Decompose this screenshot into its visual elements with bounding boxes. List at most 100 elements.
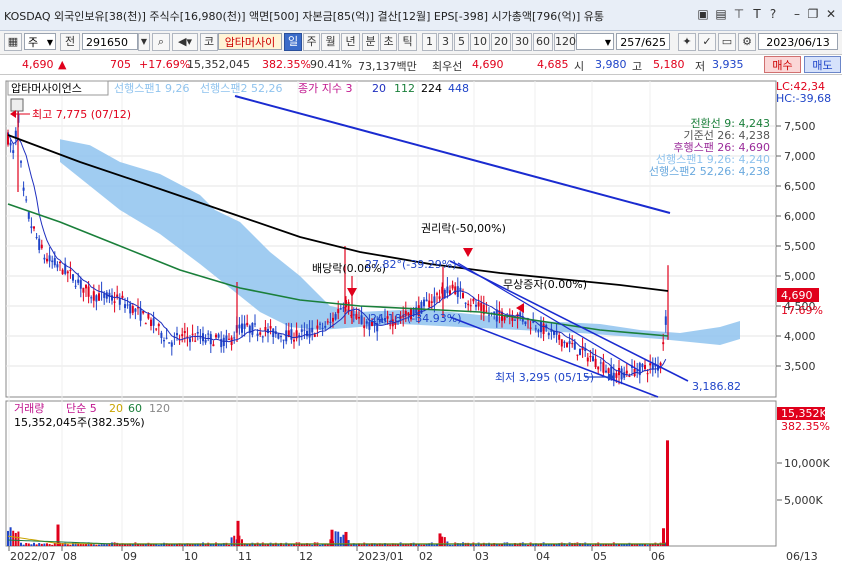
stock-name-field[interactable]: 압타머사이 <box>218 33 282 50</box>
candle-body <box>56 264 59 268</box>
candle-body <box>326 321 329 323</box>
buy-button[interactable]: 매수 <box>764 56 801 73</box>
interval-120[interactable]: 120 <box>554 33 576 51</box>
chart-grid-icon[interactable] <box>10 98 24 112</box>
chevron-down-icon[interactable]: ▼ <box>138 33 150 51</box>
display-icon[interactable]: ▭ <box>718 33 736 51</box>
interval-custom-input[interactable]: ▼ <box>576 33 614 50</box>
candle-body <box>651 363 654 370</box>
bookmark-icon[interactable]: ▤ <box>714 7 728 21</box>
date-axis-label: 03 <box>475 550 489 563</box>
period-day[interactable]: 일 <box>284 33 302 51</box>
candle-body <box>306 330 308 337</box>
volume-bar <box>625 544 628 546</box>
candle-body <box>186 336 189 338</box>
candle-body <box>337 309 340 314</box>
text-t-icon[interactable]: T <box>750 7 764 21</box>
sell-button[interactable]: 매도 <box>804 56 841 73</box>
interval-5[interactable]: 5 <box>454 33 469 51</box>
candle-body <box>183 331 186 334</box>
period-year[interactable]: 년 <box>341 33 360 51</box>
period-second[interactable]: 초 <box>380 33 397 51</box>
volume-ma-label: 단순 5 <box>66 402 97 415</box>
sound-icon[interactable]: ◀▾ <box>172 33 198 51</box>
volume-bar <box>131 544 134 546</box>
volume-bar <box>204 544 207 546</box>
volume-bar <box>38 543 41 546</box>
volume-bar <box>443 537 446 546</box>
help-icon[interactable]: ? <box>766 7 780 21</box>
restore-icon[interactable]: ❐ <box>806 7 820 21</box>
legend-ma448: 448 <box>448 82 469 95</box>
quote-line: 4,690 ▲ 705 +17.69% 15,352,045 382.35% 9… <box>0 55 842 75</box>
candle-body <box>303 329 306 331</box>
volume-bar <box>547 544 550 546</box>
volume-bar <box>98 544 100 546</box>
open-price: 3,980 <box>595 58 627 71</box>
candle-body <box>196 332 199 334</box>
candle-body <box>204 339 207 343</box>
candle-body <box>33 226 35 229</box>
candle-body <box>563 341 566 344</box>
price-axis-label: 3,500 <box>784 360 816 373</box>
current-price: 4,690 <box>22 58 54 71</box>
candle-body <box>662 342 665 345</box>
candle-body <box>20 161 22 163</box>
period-week[interactable]: 주 <box>303 33 320 51</box>
interval-30[interactable]: 30 <box>512 33 532 51</box>
search-icon[interactable]: ⌕ <box>152 33 170 51</box>
candle-body <box>82 287 85 293</box>
volume-bar <box>527 544 529 546</box>
volume-bar <box>241 539 243 546</box>
volume-bar <box>74 542 77 546</box>
candle-body <box>365 321 368 324</box>
date-axis-label: 10 <box>184 550 198 563</box>
candle-body <box>425 299 428 302</box>
fib-angle-2: 24.18°(-34.93%) <box>370 312 462 325</box>
candle-body <box>269 326 272 329</box>
volume-bar <box>264 544 267 546</box>
pin-icon[interactable]: ⊤ <box>732 7 746 21</box>
tools-icon[interactable]: ✦ <box>678 33 696 51</box>
candle-body <box>480 302 483 311</box>
interval-3[interactable]: 3 <box>438 33 453 51</box>
stock-code-input[interactable]: 291650 <box>82 33 138 50</box>
volume-bar <box>64 542 67 546</box>
candle-body <box>59 262 61 264</box>
interval-10[interactable]: 10 <box>470 33 490 51</box>
volume: 15,352,045 <box>187 58 250 71</box>
bar-count-field[interactable]: 257/625 <box>616 33 670 50</box>
grid-icon[interactable]: ▦ <box>4 33 22 51</box>
interval-20[interactable]: 20 <box>491 33 511 51</box>
volume-bar <box>66 544 69 546</box>
volume-bar <box>230 537 233 546</box>
interval-1[interactable]: 1 <box>422 33 437 51</box>
close-icon[interactable]: ✕ <box>824 7 838 21</box>
interval-60[interactable]: 60 <box>533 33 553 51</box>
candle-body <box>636 370 639 372</box>
candle-body <box>27 212 30 219</box>
stock-chart[interactable]: 압타머사이언스 선행스팬1 9,26 선행스팬2 52,26 종가 지수 3 2… <box>0 75 842 564</box>
check-icon[interactable]: ✓ <box>698 33 716 51</box>
bid-price: 4,685 <box>537 58 569 71</box>
settings-gear-icon[interactable]: ⚙ <box>738 33 756 51</box>
price-axis-label: 7,000 <box>784 150 816 163</box>
candle-body <box>316 325 319 329</box>
candle-body <box>280 336 282 338</box>
volume-bar <box>339 536 342 546</box>
volume-bar <box>27 543 30 546</box>
period-month[interactable]: 월 <box>321 33 340 51</box>
period-minute[interactable]: 분 <box>362 33 379 51</box>
period-tick[interactable]: 틱 <box>398 33 417 51</box>
window-icon[interactable]: ▣ <box>696 7 710 21</box>
minimize-icon[interactable]: – <box>790 7 804 21</box>
date-field[interactable]: 2023/06/13 <box>758 33 838 50</box>
candle-body <box>72 274 74 281</box>
type-select[interactable]: 주 ▼ <box>24 33 56 50</box>
candle-body <box>69 270 72 272</box>
candle-body <box>360 315 363 325</box>
name-prefix-button[interactable]: 코 <box>200 33 218 51</box>
market-button[interactable]: 전 <box>60 33 80 51</box>
candle-body <box>40 244 43 249</box>
volume-bar <box>12 530 15 546</box>
